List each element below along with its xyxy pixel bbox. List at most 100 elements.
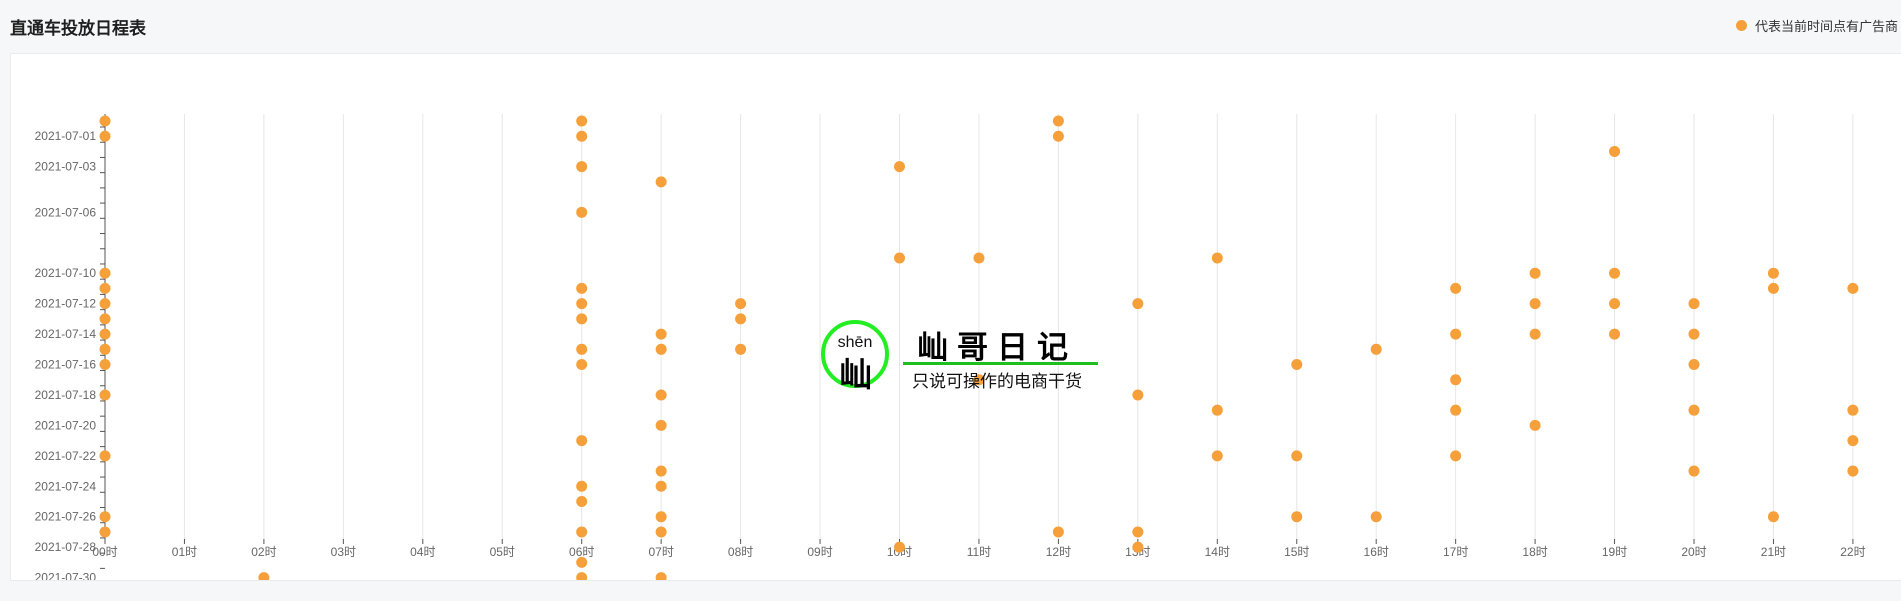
data-point [576,130,588,142]
data-point [1211,404,1223,416]
data-point [1529,267,1541,279]
data-point [99,359,111,371]
data-point [1609,328,1621,340]
data-point [1609,298,1621,310]
x-tick-label: 12时 [1046,545,1071,559]
data-point [1529,328,1541,340]
data-point [576,161,588,173]
y-tick-label: 2021-07-16 [35,358,97,372]
data-point [1450,282,1462,294]
data-point [1688,359,1700,371]
data-point [1688,298,1700,310]
y-tick-label: 2021-07-18 [35,388,97,402]
data-point [1767,511,1779,523]
data-point [894,541,905,553]
x-tick-label: 00时 [92,545,117,559]
data-point [99,526,111,538]
data-point [576,556,588,568]
y-tick-label: 2021-07-10 [35,266,97,280]
data-point [1609,145,1621,157]
data-point [99,389,111,401]
data-point [576,282,588,294]
x-tick-label: 18时 [1522,545,1547,559]
data-point [1529,419,1541,431]
data-point [576,526,588,538]
data-point [655,572,667,580]
chart-legend[interactable]: 代表当前时间点有广告商 [1736,17,1899,34]
x-tick-label: 17时 [1443,545,1468,559]
data-point [973,252,985,264]
chart-panel: 00时01时02时03时04时05时06时07时08时09时10时11时12时1… [10,53,1901,581]
schedule-scatter-chart: 00时01时02时03时04时05时06时07时08时09时10时11时12时1… [35,114,1866,580]
x-tick-label: 05时 [490,545,515,559]
data-point [1211,450,1223,462]
data-point [1847,282,1859,294]
data-point [576,298,588,310]
y-tick-label: 2021-07-06 [35,205,97,219]
data-point [1052,115,1064,127]
x-tick-label: 19时 [1602,545,1627,559]
data-point [1450,404,1462,416]
data-point [99,313,111,325]
data-point [1132,541,1144,553]
data-point [655,526,667,538]
data-point [655,465,667,477]
data-point [735,298,747,310]
watermark-char: 屾 [839,356,872,393]
data-point [735,343,747,355]
data-point [576,313,588,325]
x-tick-label: 16时 [1364,545,1389,559]
watermark-circle: shēn 屾 [821,320,889,393]
y-tick-label: 2021-07-30 [35,571,97,580]
data-point [1370,511,1382,523]
data-point [99,130,111,142]
y-tick-label: 2021-07-26 [35,510,97,524]
y-tick-label: 2021-07-12 [35,297,97,311]
data-point [1529,298,1541,310]
data-point [655,511,667,523]
x-tick-label: 03时 [331,545,356,559]
data-point [1450,374,1462,386]
data-point [576,435,588,447]
data-point [655,343,667,355]
y-tick-label: 2021-07-01 [35,129,97,143]
page-title: 直通车投放日程表 [10,19,146,38]
data-point [1291,511,1303,523]
data-point [1291,450,1303,462]
watermark-tagline: 只说可操作的电商干货 [912,372,1082,391]
x-tick-label: 04时 [410,545,435,559]
x-tick-label: 11时 [967,545,991,559]
x-tick-label: 20时 [1681,545,1706,559]
y-tick-label: 2021-07-22 [35,449,97,463]
data-point [99,450,111,462]
y-tick-label: 2021-07-14 [35,327,97,341]
data-point [655,389,667,401]
x-tick-label: 09时 [807,545,832,559]
data-point [1767,282,1779,294]
data-point [1767,267,1779,279]
data-point [894,252,905,264]
watermark-underline [903,362,1098,365]
data-point [99,267,111,279]
data-point [1450,328,1462,340]
data-point [1688,465,1700,477]
data-point [655,419,667,431]
data-point [99,343,111,355]
data-point [1132,526,1144,538]
data-point [1291,359,1303,371]
data-point [576,496,588,507]
x-tick-label: 02时 [251,545,276,559]
data-point [576,572,588,580]
data-point [1370,343,1382,355]
y-tick-label: 2021-07-28 [35,540,97,554]
data-point [99,328,111,340]
watermark-logo: shēn 屾 屾哥日记 只说可操作的电商干货 [819,318,1109,394]
watermark-title: 屾哥日记 [917,330,1077,365]
data-point [99,298,111,310]
data-point [1211,252,1223,264]
data-point [655,328,667,340]
data-point [576,480,588,492]
data-point [1052,130,1064,142]
legend-label: 代表当前时间点有广告商 [1755,18,1899,34]
data-point [1132,298,1144,310]
